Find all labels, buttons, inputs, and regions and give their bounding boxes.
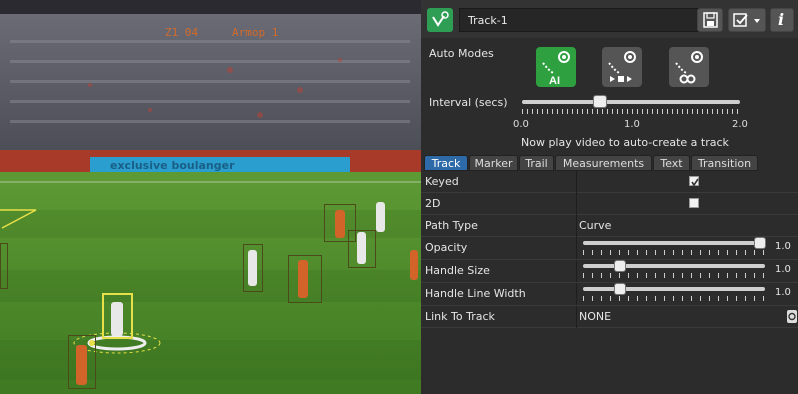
opacity-slider[interactable] xyxy=(583,238,765,248)
handle-size-slider[interactable] xyxy=(583,261,765,271)
player-bbox[interactable] xyxy=(0,243,8,289)
column-divider xyxy=(576,237,577,259)
play-auto-mode-button[interactable] xyxy=(602,47,642,87)
property-label: Handle Line Width xyxy=(425,287,526,300)
column-divider xyxy=(576,306,577,328)
property-label: Handle Size xyxy=(425,264,490,277)
link-auto-mode-button[interactable] xyxy=(669,47,709,87)
interval-label: Interval (secs) xyxy=(429,96,508,109)
chevron-down-icon xyxy=(754,19,760,23)
property-label: Path Type xyxy=(425,219,478,232)
opacity-slider-knob[interactable] xyxy=(755,238,765,248)
interval-slider-track xyxy=(522,100,740,104)
property-row-link-to-track: Link To Track NONE xyxy=(421,306,798,328)
tab-measurements[interactable]: Measurements xyxy=(555,155,652,171)
interval-slider[interactable] xyxy=(522,96,740,115)
property-row-keyed: Keyed xyxy=(421,171,798,193)
play-track-icon xyxy=(608,51,636,82)
interval-min-label: 0.0 xyxy=(513,119,529,130)
scoreboard-left: Z1 04 xyxy=(165,26,198,39)
tab-marker[interactable]: Marker xyxy=(469,155,518,171)
property-label: Opacity xyxy=(425,241,468,254)
column-divider xyxy=(576,260,577,282)
opacity-slider-ticks xyxy=(583,250,765,255)
tab-transition[interactable]: Transition xyxy=(691,155,758,171)
column-divider xyxy=(576,283,577,305)
ad-board-text: exclusive boulanger xyxy=(110,159,235,172)
player-marker xyxy=(298,260,308,298)
video-frame: Z1 04 Armop 1 exclusive boulanger xyxy=(0,0,421,394)
tab-trail[interactable]: Trail xyxy=(519,155,554,171)
save-button[interactable] xyxy=(697,8,723,32)
player-marker xyxy=(357,232,366,264)
handle-line-width-value: 1.0 xyxy=(775,287,791,298)
player-marker xyxy=(335,210,345,238)
link-track-icon xyxy=(675,51,703,84)
interval-mid-label: 1.0 xyxy=(624,119,640,130)
property-row-handle-size: Handle Size 1.0 xyxy=(421,260,798,283)
property-label: Keyed xyxy=(425,175,459,188)
property-label: 2D xyxy=(425,197,441,210)
tab-text[interactable]: Text xyxy=(653,155,690,171)
keyed-checkbox[interactable] xyxy=(689,176,699,187)
ai-auto-mode-button[interactable]: AI xyxy=(536,47,576,87)
link-to-track-select[interactable]: NONE xyxy=(579,310,611,323)
column-divider xyxy=(576,215,577,237)
player-marker xyxy=(248,250,257,286)
track-title: Track-1 xyxy=(468,14,508,27)
link-icon xyxy=(788,312,796,321)
track-panel: Track-1 i Auto Modes AI Interval (secs) … xyxy=(421,0,798,394)
path-type-select[interactable]: Curve xyxy=(579,219,611,232)
ai-track-icon: AI xyxy=(542,51,570,87)
interval-slider-ticks xyxy=(522,109,740,114)
column-divider xyxy=(576,193,577,215)
checkbox-icon xyxy=(733,13,760,27)
player-marker xyxy=(76,345,87,385)
player-marker xyxy=(410,250,418,280)
player-marker xyxy=(376,202,385,232)
scoreboard-middle: Armop 1 xyxy=(232,26,278,39)
interval-max-label: 2.0 xyxy=(732,119,748,130)
link-track-button[interactable] xyxy=(787,310,797,323)
2d-checkbox[interactable] xyxy=(689,198,699,208)
handle-size-slider-knob[interactable] xyxy=(615,261,625,271)
handle-size-slider-ticks xyxy=(583,273,765,278)
info-icon: i xyxy=(778,10,785,29)
tab-track[interactable]: Track xyxy=(424,155,468,171)
handle-line-width-slider-ticks xyxy=(583,296,765,301)
handle-line-width-slider-knob[interactable] xyxy=(615,284,625,294)
video-viewport[interactable]: Z1 04 Armop 1 exclusive boulanger xyxy=(0,0,421,394)
property-row-2d: 2D xyxy=(421,193,798,215)
auto-modes-label: Auto Modes xyxy=(429,47,494,60)
property-row-path-type: Path Type Curve xyxy=(421,215,798,237)
opacity-value: 1.0 xyxy=(775,241,791,252)
track-logo-button[interactable] xyxy=(427,8,453,32)
handle-size-value: 1.0 xyxy=(775,264,791,275)
checkbox-dropdown-button[interactable] xyxy=(728,8,766,32)
checkmark-icon xyxy=(691,178,699,187)
ai-label: AI xyxy=(549,75,560,87)
column-divider xyxy=(576,171,577,193)
info-button[interactable]: i xyxy=(770,8,794,32)
interval-hint: Now play video to auto-create a track xyxy=(521,136,729,149)
track-node-icon xyxy=(432,11,449,27)
property-row-opacity: Opacity 1.0 xyxy=(421,237,798,260)
save-icon xyxy=(703,12,718,28)
property-tabs: Track Marker Trail Measurements Text Tra… xyxy=(421,155,798,171)
track-title-field[interactable]: Track-1 xyxy=(459,8,709,32)
interval-slider-knob[interactable] xyxy=(594,96,606,107)
property-row-handle-line-width: Handle Line Width 1.0 xyxy=(421,283,798,306)
player-marker xyxy=(111,302,123,336)
panel-header: Track-1 i xyxy=(421,0,798,38)
property-label: Link To Track xyxy=(425,310,495,323)
handle-line-width-slider[interactable] xyxy=(583,284,765,294)
